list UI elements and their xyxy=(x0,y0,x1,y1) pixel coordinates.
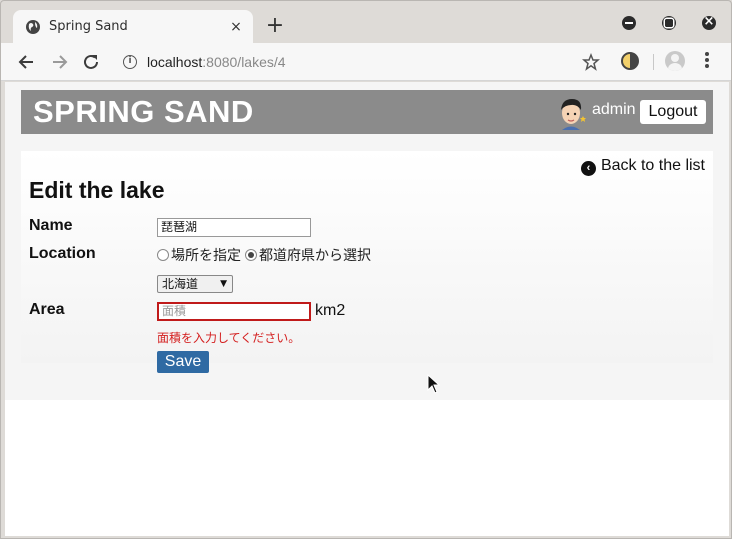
toolbar-divider xyxy=(653,54,654,70)
username: admin xyxy=(592,101,636,118)
prefecture-select-value: 北海道 xyxy=(162,277,199,291)
area-error-message: 面積を入力してください。 xyxy=(157,331,301,345)
new-tab-button[interactable]: + xyxy=(263,15,287,39)
brand-title[interactable]: SPRING SAND xyxy=(33,94,254,130)
location-label: Location xyxy=(29,245,96,262)
back-link-label: Back to the list xyxy=(600,157,705,174)
name-label: Name xyxy=(29,217,73,234)
reload-icon[interactable] xyxy=(80,51,102,73)
avatar xyxy=(561,99,586,130)
url-host: localhost xyxy=(147,54,203,70)
radio-prefecture-label: 都道府県から選択 xyxy=(259,248,371,264)
site-header: SPRING SAND admin Logout xyxy=(21,90,713,134)
back-arrow-icon[interactable] xyxy=(16,51,38,73)
browser-tab[interactable]: Spring Sand × xyxy=(13,10,253,44)
tab-strip: Spring Sand × + xyxy=(1,1,731,44)
minimize-window-button[interactable] xyxy=(622,16,636,30)
location-radio-group: 場所を指定 都道府県から選択 xyxy=(157,245,375,265)
profile-icon[interactable] xyxy=(665,51,685,71)
area-field[interactable]: 面積 xyxy=(157,302,311,321)
area-unit: km2 xyxy=(315,302,346,319)
extension-icon[interactable] xyxy=(621,52,639,70)
radio-specify-location[interactable] xyxy=(157,249,169,261)
chevron-down-icon: ▼ xyxy=(220,279,227,289)
mouse-cursor-icon xyxy=(427,374,441,394)
url-text[interactable]: localhost:8080/lakes/4 xyxy=(147,54,286,70)
maximize-window-button[interactable] xyxy=(662,16,676,30)
star-icon[interactable] xyxy=(582,53,600,71)
globe-icon xyxy=(26,20,40,34)
name-field[interactable]: 琵琶湖 xyxy=(157,218,311,237)
info-icon[interactable]: i xyxy=(123,55,137,69)
radio-specify-label: 場所を指定 xyxy=(171,248,241,264)
url-path: :8080/lakes/4 xyxy=(202,54,286,70)
radio-select-prefecture[interactable] xyxy=(245,249,257,261)
page-title: Edit the lake xyxy=(29,177,165,203)
area-label: Area xyxy=(29,301,65,318)
chevron-left-circle-icon: ‹ xyxy=(580,161,596,176)
browser-toolbar: i localhost:8080/lakes/4 xyxy=(1,43,731,81)
logout-button[interactable]: Logout xyxy=(640,100,706,124)
back-to-list-link[interactable]: ‹ Back to the list xyxy=(580,157,705,176)
save-button[interactable]: Save xyxy=(157,351,209,373)
edit-form-panel: ‹ Back to the list Edit the lake Name 琵琶湖… xyxy=(21,151,713,373)
prefecture-select[interactable]: 北海道 ▼ xyxy=(157,275,233,293)
page-viewport: SPRING SAND admin Logout ‹ Back to the li… xyxy=(5,82,729,536)
forward-arrow-icon[interactable] xyxy=(48,51,70,73)
kebab-menu-icon[interactable] xyxy=(701,52,713,72)
tab-title: Spring Sand xyxy=(49,19,128,34)
close-tab-icon[interactable]: × xyxy=(227,18,245,36)
address-bar[interactable]: i localhost:8080/lakes/4 xyxy=(111,48,611,76)
close-window-button[interactable] xyxy=(702,15,716,30)
browser-window: Spring Sand × + i localhost:8080/lakes/4 xyxy=(0,0,732,539)
